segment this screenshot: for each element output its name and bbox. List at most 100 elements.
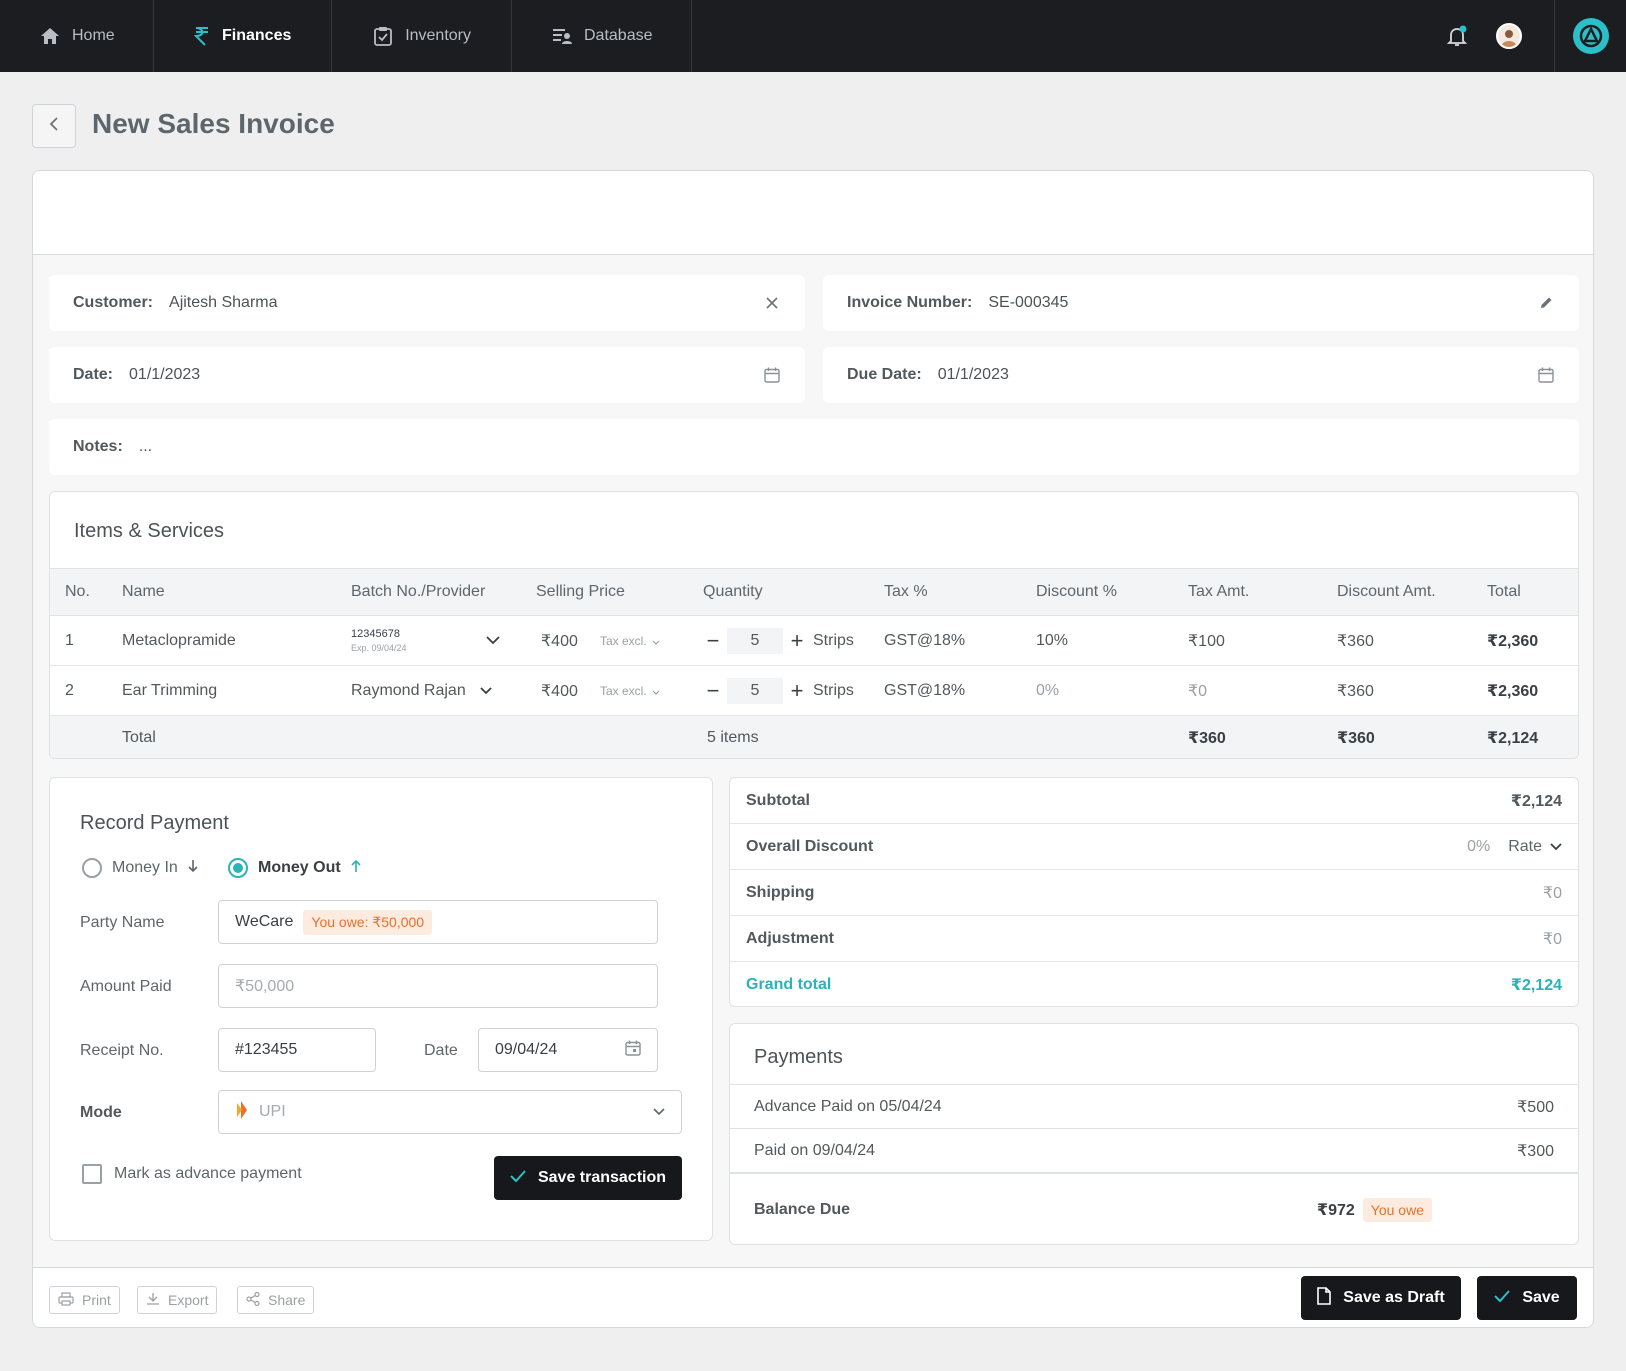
discount-percent[interactable]: 0% (1036, 666, 1059, 715)
advance-payment-checkbox[interactable]: Mark as advance payment (82, 1164, 302, 1184)
calendar-icon[interactable] (625, 1040, 641, 1061)
column-header: No. (65, 583, 90, 600)
selling-price[interactable]: ₹400 (541, 616, 578, 665)
money-out-radio[interactable]: Money Out (228, 858, 361, 878)
card-header-area (33, 171, 1593, 255)
customer-field[interactable]: Customer: Ajitesh Sharma (49, 275, 805, 331)
save-as-draft-label: Save as Draft (1343, 1289, 1445, 1306)
payment-mode-select[interactable]: UPI (218, 1090, 682, 1134)
invoice-number-field[interactable]: Invoice Number: SE-000345 (823, 275, 1579, 331)
provider-select[interactable]: Raymond Rajan (351, 666, 492, 715)
party-name-input[interactable]: WeCare You owe: ₹50,000 (218, 900, 658, 944)
column-header: Quantity (703, 583, 763, 600)
increment-button[interactable]: + (787, 679, 807, 701)
back-button[interactable] (32, 104, 76, 148)
calendar-icon[interactable] (763, 366, 781, 384)
database-icon (552, 25, 572, 47)
invoice-number-value: SE-000345 (988, 294, 1069, 311)
notes-field[interactable]: Notes: ... (49, 419, 1579, 475)
due-date-field[interactable]: Due Date: 01/1/2023 (823, 347, 1579, 403)
selling-price[interactable]: ₹400 (541, 666, 578, 715)
check-icon (510, 1169, 526, 1187)
user-avatar[interactable] (1496, 23, 1522, 49)
tax-rate[interactable]: GST@18% (884, 616, 965, 665)
overall-discount-value[interactable]: 0% (1467, 838, 1490, 856)
payment-date-input[interactable]: 09/04/24 (478, 1028, 658, 1072)
decrement-button[interactable]: − (703, 629, 723, 651)
increment-button[interactable]: + (787, 629, 807, 651)
notification-bell-icon[interactable] (1446, 25, 1468, 47)
quantity-stepper: − 5 + Strips (703, 616, 854, 665)
quantity-value[interactable]: 5 (727, 677, 783, 704)
page-title: New Sales Invoice (92, 108, 335, 139)
discount-type-select[interactable]: Rate (1508, 838, 1562, 856)
table-header: No. Name Batch No./Provider Selling Pric… (50, 568, 1578, 616)
you-owe-badge: You owe (1362, 1198, 1432, 1222)
save-button[interactable]: Save (1477, 1276, 1577, 1320)
adjustment-value[interactable]: ₹0 (1543, 929, 1562, 949)
payment-row-label: Advance Paid on 05/04/24 (754, 1097, 942, 1115)
grand-total-label: Grand total (746, 976, 832, 993)
subtotal-row: Subtotal ₹2,124 (730, 778, 1578, 824)
nav-item-database[interactable]: Database (512, 0, 692, 72)
amount-paid-label: Amount Paid (80, 978, 172, 995)
discount-type-label: Rate (1508, 837, 1542, 855)
notes-value: ... (138, 438, 153, 455)
column-header: Discount Amt. (1337, 583, 1436, 600)
edit-pencil-icon[interactable] (1537, 294, 1555, 312)
column-header: Tax Amt. (1188, 583, 1250, 600)
checkbox-square (82, 1164, 102, 1184)
subtotal-value: ₹2,124 (1510, 792, 1562, 810)
tax-mode-select[interactable]: Tax excl. (600, 666, 660, 715)
balance-due-value: ₹972 (1316, 1202, 1355, 1219)
tax-mode-select[interactable]: Tax excl. (600, 616, 660, 665)
quantity-value[interactable]: 5 (727, 627, 783, 654)
discount-amount: ₹360 (1337, 632, 1374, 650)
chevron-down-icon (1550, 838, 1562, 856)
decrement-button[interactable]: − (703, 679, 723, 701)
radio-circle (82, 858, 102, 878)
shipping-row: Shipping ₹0 (730, 870, 1578, 916)
date-value: 01/1/2023 (129, 366, 201, 383)
chevron-left-icon (49, 116, 59, 136)
payment-row-value: ₹300 (1517, 1142, 1554, 1160)
save-transaction-button[interactable]: Save transaction (494, 1156, 682, 1200)
app-logo-container[interactable] (1554, 0, 1626, 72)
receipt-number-input[interactable]: #123455 (218, 1028, 376, 1072)
save-as-draft-button[interactable]: Save as Draft (1301, 1276, 1461, 1320)
shipping-value[interactable]: ₹0 (1543, 883, 1562, 903)
export-button[interactable]: Export (137, 1286, 218, 1314)
subtotal-label: Subtotal (746, 791, 810, 809)
date-field[interactable]: Date: 01/1/2023 (49, 347, 805, 403)
nav-item-finances[interactable]: Finances (154, 0, 332, 72)
amount-paid-input[interactable]: ₹50,000 (218, 964, 658, 1008)
balance-due-label: Balance Due (754, 1201, 851, 1218)
money-in-radio[interactable]: Money In (82, 858, 198, 878)
clear-icon[interactable] (763, 294, 781, 312)
nav-item-inventory[interactable]: Inventory (332, 0, 512, 72)
batch-dropdown[interactable] (486, 616, 500, 665)
chevron-down-icon (652, 684, 660, 698)
table-footer: Total 5 items ₹360 ₹360 ₹2,124 (50, 716, 1578, 758)
tax-rate[interactable]: GST@18% (884, 666, 965, 715)
print-button[interactable]: Print (49, 1286, 120, 1314)
share-button[interactable]: Share (237, 1286, 315, 1314)
discount-percent[interactable]: 10% (1036, 616, 1068, 665)
grand-total-value: ₹2,124 (1510, 977, 1562, 994)
row-total: ₹2,360 (1487, 682, 1539, 700)
provider-name: Raymond Rajan (351, 681, 466, 699)
calendar-icon[interactable] (1537, 366, 1555, 384)
column-header: Discount % (1036, 583, 1117, 600)
quantity-stepper: − 5 + Strips (703, 666, 854, 715)
tax-mode-label: Tax excl. (600, 633, 647, 648)
due-date-label: Due Date: (847, 366, 922, 383)
payment-row: Advance Paid on 05/04/24 ₹500 (730, 1084, 1578, 1128)
nav-item-home[interactable]: Home (0, 0, 154, 72)
footer-action-bar: Print Export Share Save as Draft Save (33, 1267, 1593, 1327)
payments-title: Payments (754, 1046, 843, 1068)
app-logo-icon (1572, 18, 1609, 54)
invoice-number-label: Invoice Number: (847, 294, 973, 311)
save-label: Save (1522, 1289, 1560, 1306)
upi-icon (235, 1100, 249, 1124)
tax-amount: ₹100 (1188, 632, 1225, 650)
